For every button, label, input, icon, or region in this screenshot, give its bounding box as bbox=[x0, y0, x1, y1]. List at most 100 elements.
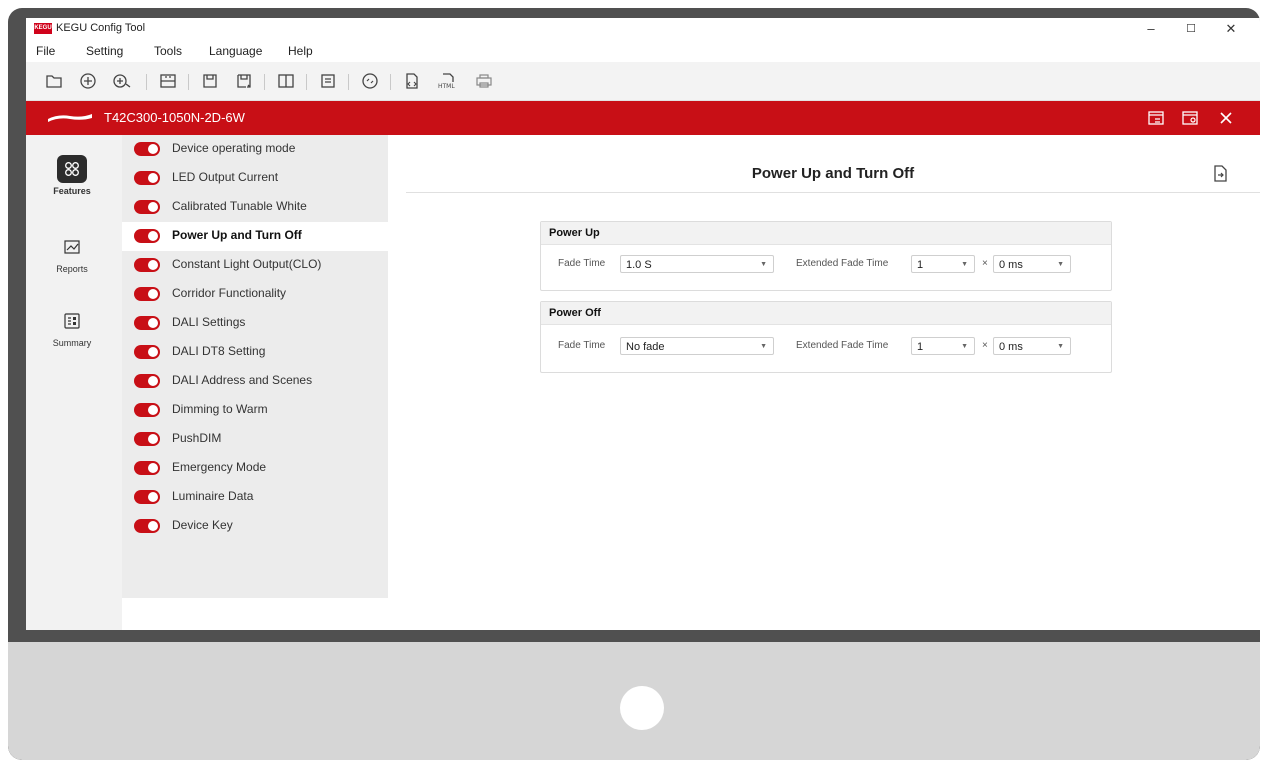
power-up-extended-base-select[interactable]: 0 ms ▼ bbox=[993, 255, 1071, 273]
feature-toggle[interactable] bbox=[134, 403, 160, 417]
add-group-icon[interactable] bbox=[110, 70, 134, 92]
feature-item-pushdim[interactable]: PushDIM bbox=[122, 425, 388, 454]
menu-help[interactable]: Help bbox=[288, 44, 313, 58]
feature-toggle[interactable] bbox=[134, 287, 160, 301]
feature-toggle[interactable] bbox=[134, 171, 160, 185]
power-up-fade-time-value: 1.0 S bbox=[626, 259, 652, 271]
open-folder-icon[interactable] bbox=[42, 70, 66, 92]
chevron-down-icon: ▼ bbox=[961, 343, 968, 350]
minimize-button[interactable]: – bbox=[1131, 19, 1171, 39]
toolbar: HTML bbox=[26, 62, 1260, 101]
power-off-group: Power Off Fade Time No fade ▼ Extended F… bbox=[540, 301, 1112, 373]
feature-label: DALI Address and Scenes bbox=[172, 373, 313, 387]
feature-label: Power Up and Turn Off bbox=[172, 228, 302, 242]
feature-label: LED Output Current bbox=[172, 170, 279, 184]
close-device-icon[interactable] bbox=[1214, 107, 1238, 129]
feature-toggle[interactable] bbox=[134, 490, 160, 504]
feature-label: Emergency Mode bbox=[172, 460, 267, 474]
maximize-button[interactable]: ☐ bbox=[1171, 19, 1211, 39]
feature-toggle[interactable] bbox=[134, 229, 160, 243]
window-restore-icon[interactable] bbox=[1144, 107, 1168, 129]
compare-icon[interactable] bbox=[274, 70, 298, 92]
feature-item-device-key[interactable]: Device Key bbox=[122, 512, 388, 541]
left-nav: Features Reports Summary bbox=[26, 135, 122, 630]
menu-language[interactable]: Language bbox=[209, 44, 262, 58]
nav-reports[interactable]: Reports bbox=[44, 233, 100, 274]
feature-item-device-operating-mode[interactable]: Device operating mode bbox=[122, 135, 388, 164]
power-off-extended-multiplier-value: 1 bbox=[917, 341, 924, 353]
feature-toggle[interactable] bbox=[134, 519, 160, 533]
close-window-button[interactable]: ✕ bbox=[1211, 19, 1251, 39]
feature-item-luminaire-data[interactable]: Luminaire Data bbox=[122, 483, 388, 512]
menu-setting[interactable]: Setting bbox=[86, 44, 123, 58]
feature-toggle[interactable] bbox=[134, 316, 160, 330]
feature-list: Device operating mode LED Output Current… bbox=[122, 135, 388, 598]
monitor-chin bbox=[8, 642, 1260, 760]
feature-toggle[interactable] bbox=[134, 345, 160, 359]
power-up-extended-base-value: 0 ms bbox=[999, 259, 1023, 271]
feature-toggle[interactable] bbox=[134, 461, 160, 475]
feature-label: Device Key bbox=[172, 518, 233, 532]
feature-label: DALI DT8 Setting bbox=[172, 344, 266, 358]
chevron-down-icon: ▼ bbox=[760, 343, 767, 350]
power-off-heading: Power Off bbox=[541, 302, 1111, 325]
reports-chart-icon bbox=[57, 233, 87, 261]
save-icon[interactable] bbox=[198, 70, 222, 92]
feature-toggle[interactable] bbox=[134, 374, 160, 388]
power-off-fade-time-value: No fade bbox=[626, 341, 665, 353]
title-divider bbox=[406, 192, 1260, 193]
main-content: Power Up and Turn Off Power Up Fade Time… bbox=[406, 135, 1260, 615]
power-off-extended-base-select[interactable]: 0 ms ▼ bbox=[993, 337, 1071, 355]
menu-bar: File Setting Tools Language Help bbox=[26, 40, 1260, 62]
feature-item-power-up-and-turn-off[interactable]: Power Up and Turn Off bbox=[122, 222, 388, 251]
print-icon[interactable] bbox=[472, 70, 496, 92]
svg-text:HTML: HTML bbox=[438, 83, 455, 90]
chevron-down-icon: ▼ bbox=[1057, 343, 1064, 350]
export-icon[interactable] bbox=[400, 70, 424, 92]
add-device-icon[interactable] bbox=[76, 70, 100, 92]
power-off-fade-time-label: Fade Time bbox=[558, 340, 606, 351]
feature-item-dali-settings[interactable]: DALI Settings bbox=[122, 309, 388, 338]
power-off-fade-time-select[interactable]: No fade ▼ bbox=[620, 337, 774, 355]
feature-item-constant-light-output[interactable]: Constant Light Output(CLO) bbox=[122, 251, 388, 280]
nav-features[interactable]: Features bbox=[44, 155, 100, 196]
menu-file[interactable]: File bbox=[36, 44, 55, 58]
home-button bbox=[620, 686, 664, 730]
feature-toggle[interactable] bbox=[134, 258, 160, 272]
app-logo-icon: KEGU bbox=[34, 23, 52, 34]
feature-label: Constant Light Output(CLO) bbox=[172, 257, 322, 271]
power-off-extended-base-value: 0 ms bbox=[999, 341, 1023, 353]
feature-item-led-output-current[interactable]: LED Output Current bbox=[122, 164, 388, 193]
feature-item-dimming-to-warm[interactable]: Dimming to Warm bbox=[122, 396, 388, 425]
power-up-fade-time-select[interactable]: 1.0 S ▼ bbox=[620, 255, 774, 273]
chevron-down-icon: ▼ bbox=[1057, 261, 1064, 268]
feature-item-calibrated-tunable-white[interactable]: Calibrated Tunable White bbox=[122, 193, 388, 222]
feature-label: Luminaire Data bbox=[172, 489, 254, 503]
document-icon[interactable] bbox=[316, 70, 340, 92]
html-export-icon[interactable]: HTML bbox=[436, 70, 460, 92]
power-off-extended-multiplier-select[interactable]: 1 ▼ bbox=[911, 337, 975, 355]
times-sign: × bbox=[982, 258, 988, 269]
save-as-icon[interactable] bbox=[232, 70, 256, 92]
discover-icon[interactable] bbox=[358, 70, 382, 92]
read-device-icon[interactable] bbox=[156, 70, 180, 92]
feature-toggle[interactable] bbox=[134, 200, 160, 214]
feature-toggle[interactable] bbox=[134, 432, 160, 446]
window-settings-icon[interactable] bbox=[1178, 107, 1202, 129]
toolbar-divider bbox=[348, 74, 349, 90]
feature-label: PushDIM bbox=[172, 431, 222, 445]
feature-toggle[interactable] bbox=[134, 142, 160, 156]
feature-item-corridor-functionality[interactable]: Corridor Functionality bbox=[122, 280, 388, 309]
page-title: Power Up and Turn Off bbox=[751, 165, 915, 182]
power-up-extended-fade-label: Extended Fade Time bbox=[796, 258, 889, 269]
nav-summary[interactable]: Summary bbox=[44, 307, 100, 348]
power-up-extended-multiplier-select[interactable]: 1 ▼ bbox=[911, 255, 975, 273]
feature-item-dali-dt8-setting[interactable]: DALI DT8 Setting bbox=[122, 338, 388, 367]
menu-tools[interactable]: Tools bbox=[154, 44, 182, 58]
feature-item-dali-address-and-scenes[interactable]: DALI Address and Scenes bbox=[122, 367, 388, 396]
toolbar-divider bbox=[264, 74, 265, 90]
export-page-icon[interactable] bbox=[1210, 164, 1230, 184]
feature-item-emergency-mode[interactable]: Emergency Mode bbox=[122, 454, 388, 483]
chevron-down-icon: ▼ bbox=[961, 261, 968, 268]
power-up-fade-time-label: Fade Time bbox=[558, 258, 606, 269]
